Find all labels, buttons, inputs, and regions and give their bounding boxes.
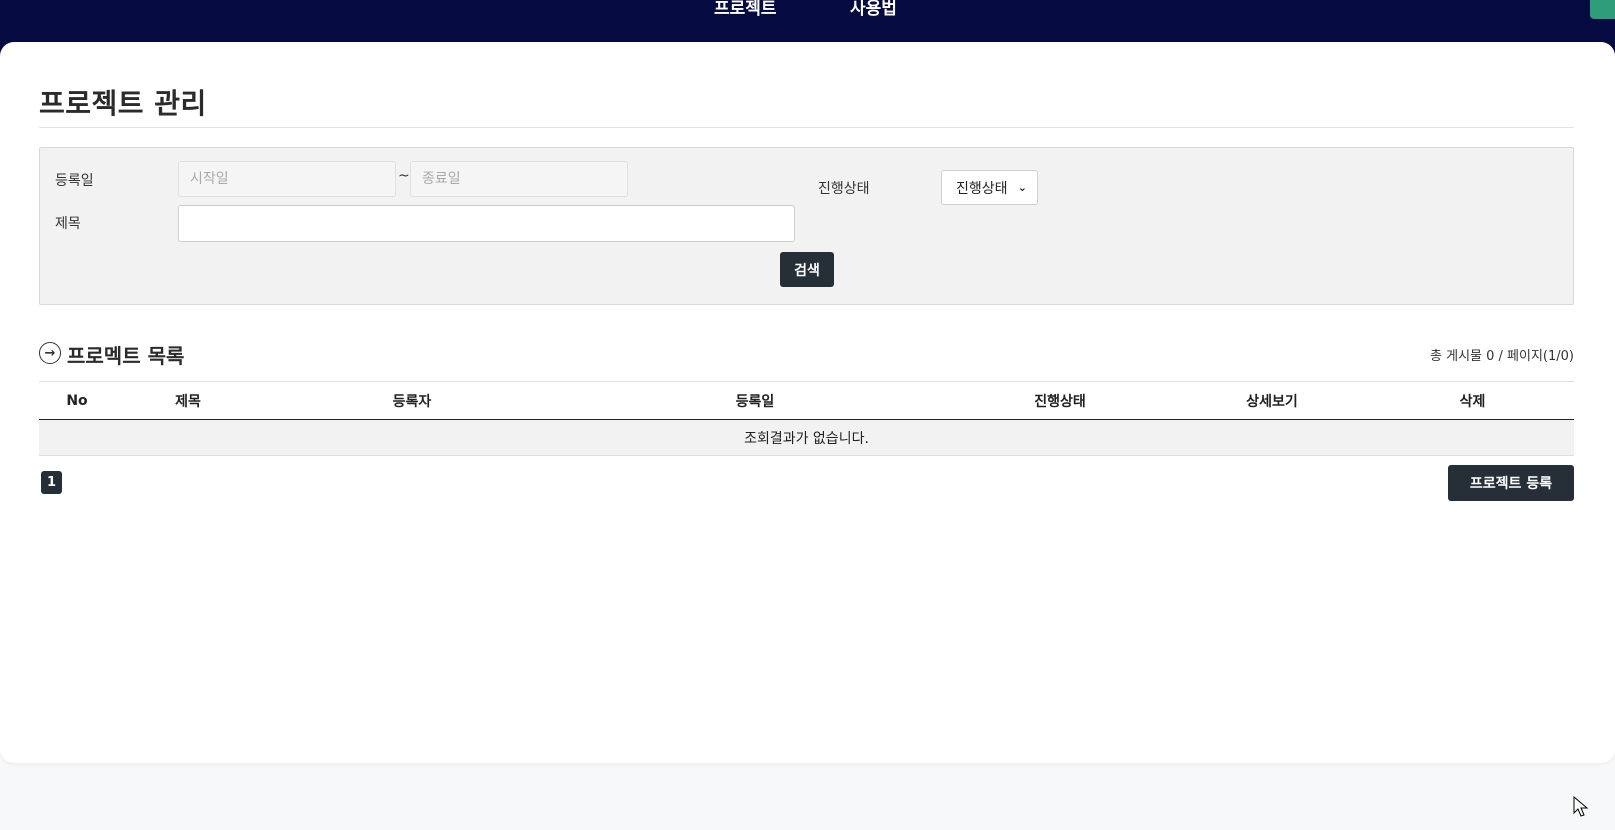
- page-title: 프로젝트 관리: [39, 87, 207, 120]
- project-table: No 제목 등록자 등록일 진행상태 상세보기 삭제 조회결과가 없습니다.: [39, 381, 1574, 456]
- table-row: 조회결과가 없습니다.: [39, 419, 1574, 456]
- column-header-title: 제목: [115, 381, 261, 420]
- status-select-value: 진행상태: [956, 180, 1008, 197]
- status-select[interactable]: 진행상태 ⌄: [941, 170, 1038, 205]
- search-button[interactable]: 검색: [780, 252, 834, 287]
- regdate-label: 등록일: [55, 173, 94, 189]
- list-title: 프로멕트 목록: [67, 344, 185, 368]
- column-header-regdate: 등록일: [563, 381, 947, 420]
- list-header: → 프로멕트 목록 총 게시물 0 / 페이지(1/0): [39, 340, 1574, 370]
- title-label: 제목: [55, 216, 81, 232]
- register-project-button[interactable]: 프로젝트 등록: [1448, 465, 1574, 501]
- mouse-cursor-icon: [1573, 796, 1589, 817]
- column-header-detail: 상세보기: [1173, 381, 1371, 420]
- column-header-author: 등록자: [261, 381, 563, 420]
- nav-link-projects[interactable]: 프로젝트: [714, 0, 777, 19]
- status-label: 진행상태: [818, 181, 870, 197]
- column-header-delete: 삭제: [1371, 381, 1574, 420]
- title-search-input[interactable]: [178, 205, 795, 242]
- corner-button[interactable]: [1590, 0, 1615, 19]
- pagination-page-1[interactable]: 1: [41, 471, 62, 494]
- chevron-down-icon: ⌄: [1017, 181, 1027, 194]
- end-date-input[interactable]: [410, 161, 628, 197]
- date-range-separator: ~: [398, 168, 410, 184]
- arrow-right-circle-icon: →: [39, 342, 61, 364]
- title-divider: [39, 127, 1574, 128]
- search-panel: 등록일 ~ 제목 진행상태 진행상태 ⌄ 검색: [39, 147, 1574, 305]
- empty-result-message: 조회결과가 없습니다.: [39, 419, 1574, 456]
- nav-link-usage[interactable]: 사용법: [850, 0, 897, 19]
- table-header-row: No 제목 등록자 등록일 진행상태 상세보기 삭제: [39, 381, 1574, 420]
- column-header-status: 진행상태: [947, 381, 1173, 420]
- list-count: 총 게시물 0 / 페이지(1/0): [1430, 349, 1574, 364]
- column-header-no: No: [39, 381, 115, 420]
- start-date-input[interactable]: [178, 161, 396, 197]
